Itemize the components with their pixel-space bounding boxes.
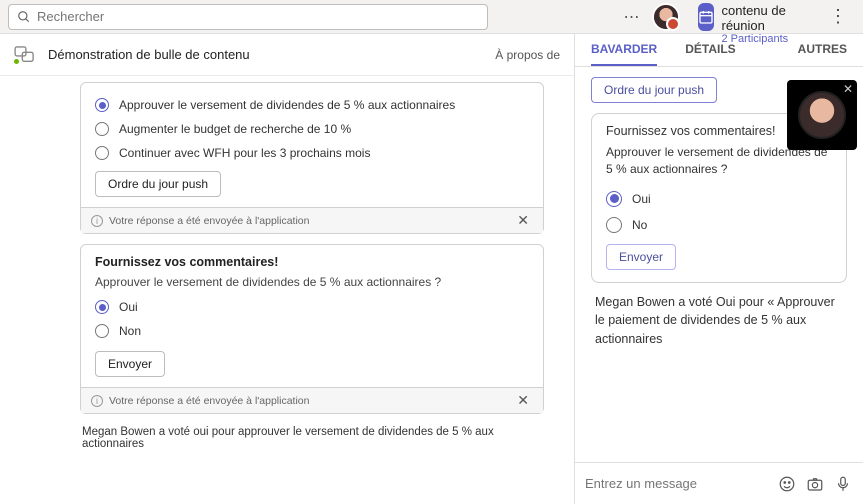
vote-status-line: Megan Bowen a voté oui pour approuver le… bbox=[80, 424, 544, 460]
camera-icon[interactable] bbox=[805, 474, 825, 494]
tab-chat[interactable]: BAVARDER bbox=[591, 42, 657, 66]
option-label: Augmenter le budget de recherche de 10 % bbox=[119, 122, 351, 136]
info-icon: i bbox=[91, 395, 103, 407]
radio-icon bbox=[606, 217, 622, 233]
option-label: Oui bbox=[632, 192, 651, 206]
calendar-icon bbox=[698, 3, 714, 31]
card-footer-text: Votre réponse a été envoyée à l'applicat… bbox=[109, 395, 309, 407]
video-pip[interactable]: ✕ bbox=[787, 80, 857, 150]
left-panel-title: Démonstration de bulle de contenu bbox=[48, 47, 250, 62]
tab-about[interactable]: À propos de bbox=[495, 48, 560, 62]
radio-icon bbox=[95, 324, 109, 338]
radio-icon bbox=[606, 191, 622, 207]
info-icon: i bbox=[91, 215, 103, 227]
radio-icon bbox=[95, 122, 109, 136]
feedback-option-no[interactable]: Non bbox=[95, 319, 529, 343]
radio-icon bbox=[95, 98, 109, 112]
option-label: Oui bbox=[119, 300, 138, 314]
tab-details[interactable]: DÉTAILS bbox=[685, 42, 735, 66]
agenda-card: Approuver le versement de dividendes de … bbox=[80, 82, 544, 234]
feedback-question: Approuver le versement de dividendes de … bbox=[95, 275, 529, 289]
radio-icon bbox=[95, 146, 109, 160]
agenda-option-3[interactable]: Continuer avec WFH pour les 3 prochains … bbox=[95, 141, 529, 165]
close-icon[interactable]: ✕ bbox=[843, 82, 853, 96]
send-button[interactable]: Envoyer bbox=[95, 351, 165, 377]
meeting-title: Bulle de contenu de réunion bbox=[722, 0, 814, 33]
app-bubble-icon bbox=[14, 46, 36, 64]
option-label: Approuver le versement de dividendes de … bbox=[119, 98, 455, 112]
card-footer-text: Votre réponse a été envoyée à l'applicat… bbox=[109, 215, 309, 227]
feedback-option-yes[interactable]: Oui bbox=[95, 295, 529, 319]
radio-icon bbox=[95, 300, 109, 314]
option-label: No bbox=[632, 218, 647, 232]
agenda-option-2[interactable]: Augmenter le budget de recherche de 10 % bbox=[95, 117, 529, 141]
agenda-option-1[interactable]: Approuver le versement de dividendes de … bbox=[95, 93, 529, 117]
tab-others[interactable]: AUTRES bbox=[798, 42, 847, 66]
option-label: Non bbox=[119, 324, 141, 338]
close-icon[interactable]: ✕ bbox=[513, 392, 533, 409]
emoji-icon[interactable] bbox=[777, 474, 797, 494]
message-input[interactable] bbox=[585, 476, 769, 491]
search-input[interactable] bbox=[37, 9, 479, 24]
push-agenda-button[interactable]: Ordre du jour push bbox=[95, 171, 221, 197]
meeting-more-button[interactable]: ⋮ bbox=[821, 6, 855, 27]
current-user-avatar[interactable] bbox=[652, 3, 680, 31]
search-box[interactable] bbox=[8, 4, 488, 30]
vote-status-message: Megan Bowen a voté Oui pour « Approuver … bbox=[591, 293, 847, 349]
feedback-heading: Fournissez vos commentaires! bbox=[95, 255, 529, 269]
feedback-option-no[interactable]: No bbox=[606, 212, 832, 238]
feedback-option-yes[interactable]: Oui bbox=[606, 186, 832, 212]
feedback-card: Fournissez vos commentaires! Approuver l… bbox=[80, 244, 544, 414]
option-label: Continuer avec WFH pour les 3 prochains … bbox=[119, 146, 370, 160]
push-agenda-button[interactable]: Ordre du jour push bbox=[591, 77, 717, 103]
close-icon[interactable]: ✕ bbox=[513, 212, 533, 229]
more-button[interactable]: ⋯ bbox=[620, 7, 644, 27]
pip-avatar bbox=[798, 91, 846, 139]
send-button[interactable]: Envoyer bbox=[606, 244, 676, 270]
search-icon bbox=[17, 10, 31, 24]
microphone-icon[interactable] bbox=[833, 474, 853, 494]
